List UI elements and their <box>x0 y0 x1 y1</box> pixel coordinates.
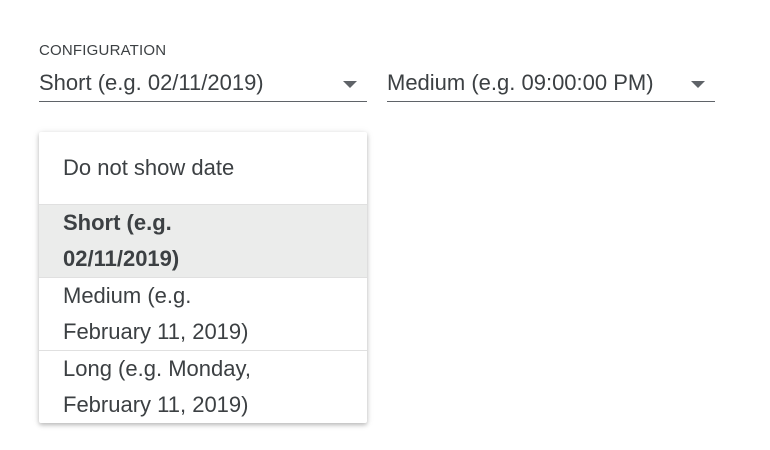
time-format-select[interactable]: Medium (e.g. 09:00:00 PM) <box>387 66 715 102</box>
configuration-panel: CONFIGURATION Short (e.g. 02/11/2019) Me… <box>0 0 770 450</box>
date-format-select[interactable]: Short (e.g. 02/11/2019) <box>39 66 367 102</box>
time-format-select-value: Medium (e.g. 09:00:00 PM) <box>387 70 654 95</box>
date-format-menu: Do not show date Short (e.g. 02/11/2019) … <box>39 132 367 423</box>
menu-item-label: Do not show date <box>63 155 235 180</box>
menu-item-no-date[interactable]: Do not show date <box>39 132 367 204</box>
section-label: CONFIGURATION <box>39 42 167 59</box>
date-format-select-value: Short (e.g. 02/11/2019) <box>39 70 264 95</box>
menu-item-long[interactable]: Long (e.g. Monday, February 11, 2019) <box>39 350 367 423</box>
chevron-down-icon <box>343 81 357 88</box>
menu-item-short[interactable]: Short (e.g. 02/11/2019) <box>39 204 367 277</box>
menu-item-label: Medium (e.g. February 11, 2019) <box>63 283 249 344</box>
menu-item-medium[interactable]: Medium (e.g. February 11, 2019) <box>39 277 367 350</box>
chevron-down-icon <box>691 81 705 88</box>
menu-item-label: Long (e.g. Monday, February 11, 2019) <box>63 356 251 417</box>
menu-item-label: Short (e.g. 02/11/2019) <box>63 210 180 271</box>
